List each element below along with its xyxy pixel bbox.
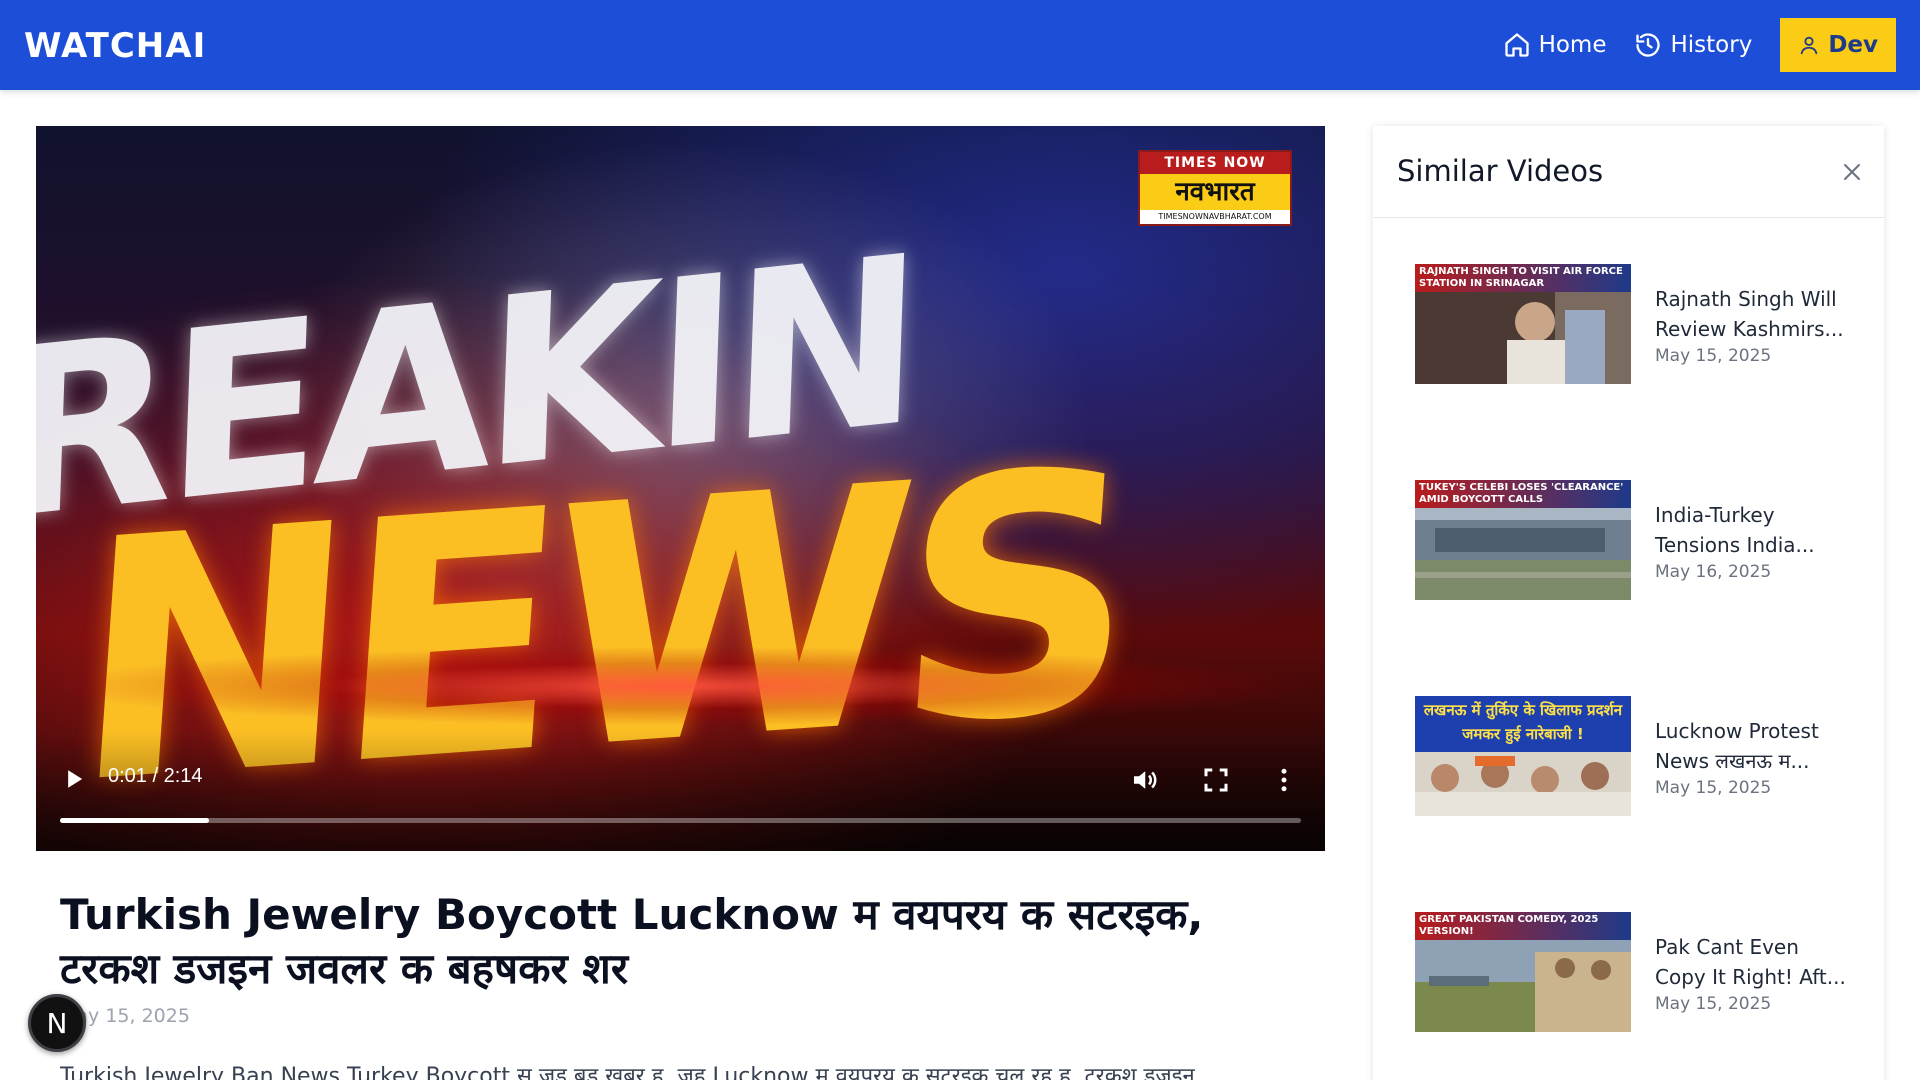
user-icon <box>1801 36 1818 55</box>
similar-video-title[interactable]: Rajnath Singh Will Review Kashmirs... <box>1655 284 1855 344</box>
video-progress-fill <box>60 818 209 823</box>
similar-video-thumbnail[interactable]: RAJNATH SINGH TO VISIT AIR FORCE STATION… <box>1415 264 1631 384</box>
video-progress-bar[interactable] <box>60 818 1301 823</box>
channel-logo-bottom: TIMESNOWNAVBHARAT.COM <box>1140 210 1290 224</box>
app-logo[interactable]: WATCHAI <box>24 26 206 66</box>
channel-logo-top: TIMES NOW <box>1140 152 1290 174</box>
similar-videos-header: Similar Videos <box>1373 126 1884 218</box>
close-icon[interactable] <box>1840 160 1864 184</box>
video-title: Turkish Jewelry Boycott Lucknow म वयपरय … <box>60 890 1204 993</box>
nav-home-label: Home <box>1538 32 1607 58</box>
similar-video-thumbnail[interactable]: GREAT PAKISTAN COMEDY, 2025 VERSION! <box>1415 912 1631 1032</box>
thumbnail-caption: TUKEY'S CELEBI LOSES 'CLEARANCE' AMID BO… <box>1415 480 1631 508</box>
similar-video-item[interactable]: GREAT PAKISTAN COMEDY, 2025 VERSION! Pak… <box>1415 912 1855 1034</box>
similar-video-info: Pak Cant Even Copy It Right! Aft... May … <box>1655 932 1855 1014</box>
similar-video-info: Lucknow Protest News लखनऊ म... May 15, 2… <box>1655 716 1855 798</box>
similar-video-title[interactable]: Lucknow Protest News लखनऊ म... <box>1655 716 1855 776</box>
nav-home-link[interactable]: Home <box>1503 31 1607 59</box>
similar-video-title[interactable]: India-Turkey Tensions India... <box>1655 500 1855 560</box>
volume-icon[interactable] <box>1129 765 1159 795</box>
channel-logo: TIMES NOW नवभारत TIMESNOWNAVBHARAT.COM <box>1138 150 1292 226</box>
similar-videos-title: Similar Videos <box>1397 154 1604 188</box>
similar-video-thumbnail[interactable]: TUKEY'S CELEBI LOSES 'CLEARANCE' AMID BO… <box>1415 480 1631 600</box>
video-light-glow <box>36 646 1325 726</box>
similar-video-item[interactable]: TUKEY'S CELEBI LOSES 'CLEARANCE' AMID BO… <box>1415 480 1855 602</box>
thumbnail-caption: RAJNATH SINGH TO VISIT AIR FORCE STATION… <box>1415 264 1631 292</box>
channel-logo-mid: नवभारत <box>1140 174 1290 210</box>
video-description: Turkish Jewelry Ban News Turkey Boycott … <box>60 1064 1195 1080</box>
similar-video-item[interactable]: लखनऊ में तुर्किए के खिलाफ प्रदर्शन जमकर … <box>1415 696 1855 818</box>
thumbnail-caption: GREAT PAKISTAN COMEDY, 2025 VERSION! <box>1415 912 1631 940</box>
nav-history-label: History <box>1670 32 1753 58</box>
play-icon[interactable] <box>60 765 88 793</box>
similar-video-date: May 16, 2025 <box>1655 562 1772 582</box>
similar-video-date: May 15, 2025 <box>1655 994 1772 1014</box>
video-time: 0:01 / 2:14 <box>108 765 203 787</box>
floating-dev-badge[interactable]: N <box>28 994 86 1052</box>
history-icon <box>1636 33 1661 57</box>
similar-video-date: May 15, 2025 <box>1655 778 1772 798</box>
user-name: Dev <box>1828 32 1878 58</box>
similar-video-item[interactable]: RAJNATH SINGH TO VISIT AIR FORCE STATION… <box>1415 264 1855 386</box>
similar-videos-panel: Similar Videos RAJNATH SINGH TO VISIT AI… <box>1373 126 1884 1080</box>
top-navbar: WATCHAI Home History Dev <box>0 0 1920 90</box>
more-options-icon[interactable] <box>1269 765 1299 795</box>
similar-video-info: India-Turkey Tensions India... May 16, 2… <box>1655 500 1855 582</box>
similar-video-title[interactable]: Pak Cant Even Copy It Right! Aft... <box>1655 932 1855 992</box>
similar-video-thumbnail[interactable]: लखनऊ में तुर्किए के खिलाफ प्रदर्शन जमकर … <box>1415 696 1631 816</box>
video-player[interactable]: REAKIN NEWS TIMES NOW नवभारत TIMESNOWNAV… <box>36 126 1325 851</box>
home-icon <box>1504 33 1529 57</box>
similar-video-date: May 15, 2025 <box>1655 346 1772 366</box>
nav-history-link[interactable]: History <box>1634 31 1752 59</box>
video-controls: 0:01 / 2:14 <box>36 731 1325 851</box>
thumbnail-caption: लखनऊ में तुर्किए के खिलाफ प्रदर्शन जमकर … <box>1415 696 1631 752</box>
main-nav: Home History Dev <box>1503 18 1896 72</box>
similar-video-info: Rajnath Singh Will Review Kashmirs... Ma… <box>1655 284 1855 366</box>
fullscreen-icon[interactable] <box>1201 765 1231 795</box>
user-menu-button[interactable]: Dev <box>1780 18 1896 72</box>
